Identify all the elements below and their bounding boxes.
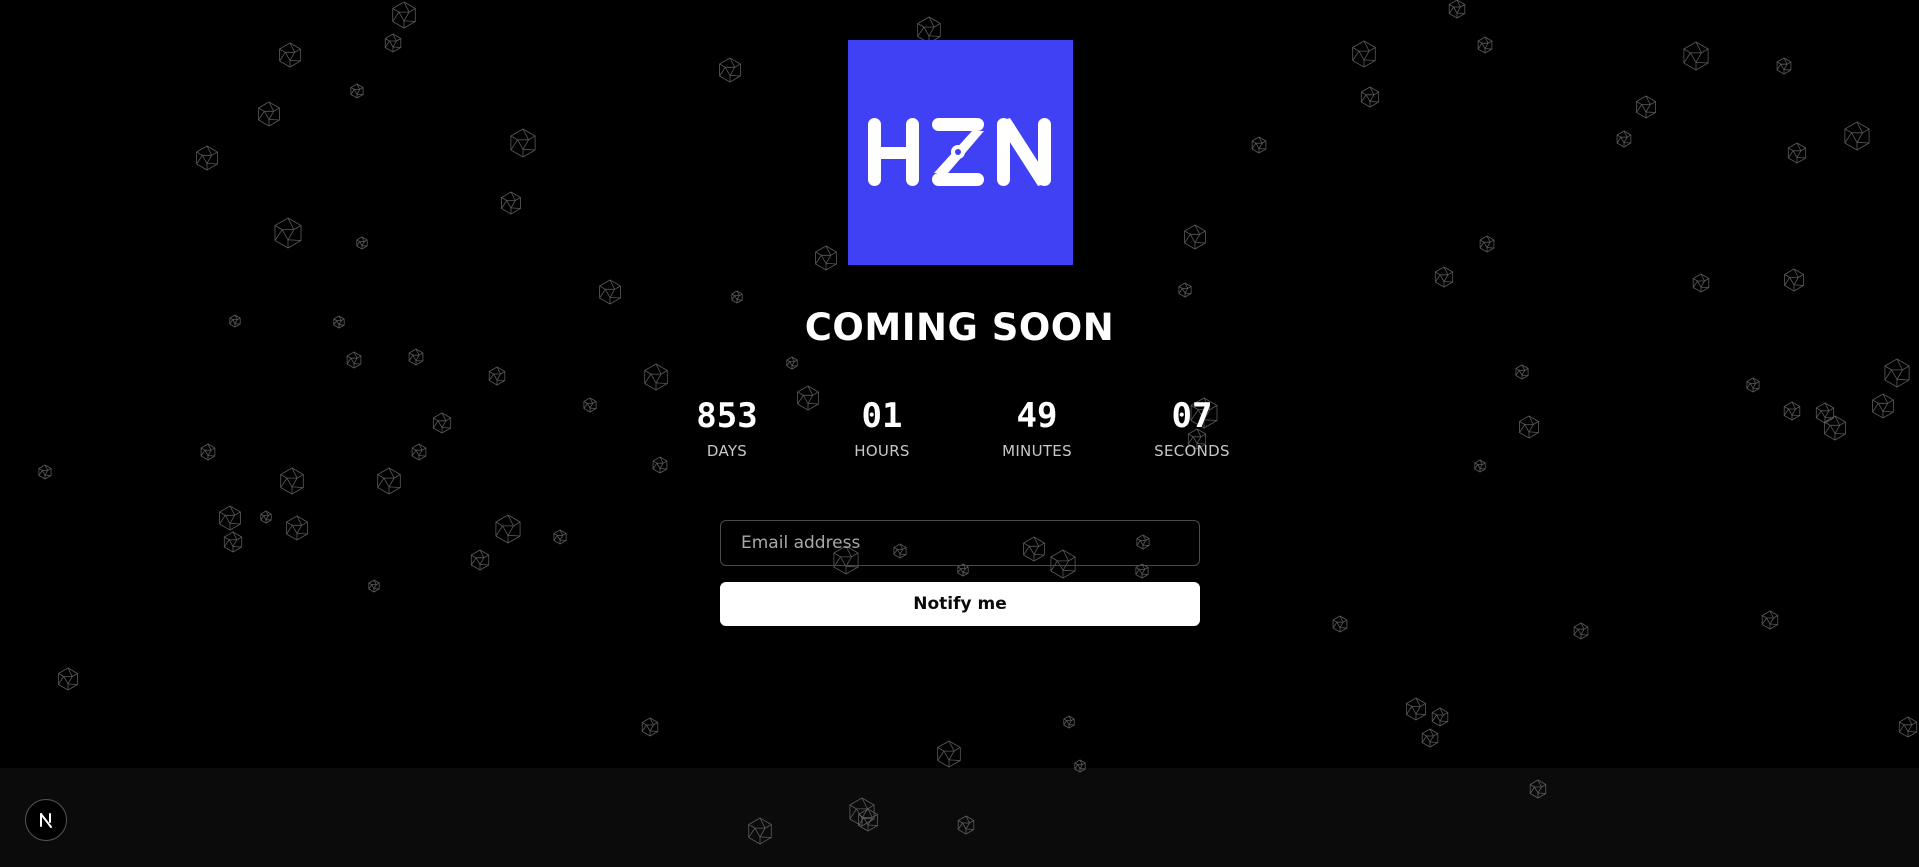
polyhedron-icon: [470, 549, 490, 571]
countdown-hours-label: HOURS: [854, 442, 910, 460]
polyhedron-icon: [1431, 707, 1449, 727]
polyhedron-icon: [1448, 0, 1466, 19]
polyhedron-icon: [38, 464, 52, 480]
countdown-hours: 01 HOURS: [805, 394, 960, 462]
polyhedron-icon: [1251, 136, 1267, 154]
polyhedron-icon: [219, 505, 241, 531]
polyhedron-icon: [1332, 615, 1348, 633]
polyhedron-icon: [260, 510, 272, 524]
polyhedron-icon: [279, 42, 301, 68]
countdown-hours-value: 01: [861, 396, 903, 436]
polyhedron-icon: [1776, 57, 1792, 75]
notify-me-button[interactable]: Notify me: [720, 582, 1200, 626]
polyhedron-icon: [58, 667, 78, 691]
polyhedron-icon: [1479, 235, 1495, 253]
polyhedron-icon: [719, 57, 741, 83]
polyhedron-icon: [368, 579, 380, 593]
polyhedron-icon: [731, 290, 743, 304]
polyhedron-icon: [937, 740, 961, 768]
polyhedron-icon: [377, 467, 401, 495]
polyhedron-icon: [1477, 36, 1493, 54]
polyhedron-icon: [1135, 563, 1149, 579]
polyhedron-icon: [510, 128, 536, 158]
polyhedron-icon: [1692, 273, 1710, 293]
polyhedron-icon: [1787, 142, 1807, 164]
polyhedron-icon: [1761, 610, 1779, 630]
polyhedron-icon: [1184, 224, 1206, 250]
polyhedron-icon: [488, 366, 506, 386]
nextjs-dev-indicator[interactable]: [25, 799, 67, 841]
polyhedron-icon: [1434, 266, 1454, 288]
polyhedron-icon: [1884, 358, 1910, 388]
polyhedron-icon: [599, 279, 621, 305]
countdown-days-value: 853: [696, 396, 758, 436]
countdown-seconds: 07 SECONDS: [1115, 394, 1270, 462]
polyhedron-icon: [384, 33, 402, 53]
polyhedron-icon: [786, 356, 798, 370]
polyhedron-icon: [1178, 282, 1192, 298]
polyhedron-icon: [1352, 40, 1376, 68]
polyhedron-icon: [1573, 622, 1589, 640]
brand-logo: [848, 40, 1073, 265]
countdown-days-label: DAYS: [706, 442, 748, 460]
polyhedron-icon: [196, 145, 218, 171]
polyhedron-icon: [392, 1, 416, 29]
page-title: COMING SOON: [804, 306, 1115, 349]
brand-logo-mark: [868, 118, 1051, 186]
countdown-minutes: 49 MINUTES: [960, 394, 1115, 462]
countdown-minutes-value: 49: [1016, 396, 1058, 436]
polyhedron-icon: [1784, 268, 1804, 292]
polyhedron-icon: [495, 514, 521, 544]
countdown-minutes-label: MINUTES: [1002, 442, 1072, 460]
polyhedron-icon: [1844, 121, 1870, 151]
polyhedron-icon: [553, 529, 567, 545]
polyhedron-icon: [286, 515, 308, 541]
polyhedron-icon: [1515, 364, 1529, 380]
nextjs-logo-icon: [40, 813, 52, 828]
polyhedron-icon: [1616, 130, 1632, 148]
polyhedron-icon: [280, 467, 304, 495]
polyhedron-icon: [274, 217, 302, 249]
countdown-timer: 853 DAYS 01 HOURS 49 MINUTES 07 SECONDS: [0, 394, 1919, 462]
polyhedron-icon: [1063, 715, 1075, 729]
countdown-days: 853 DAYS: [650, 394, 805, 462]
polyhedron-icon: [223, 531, 243, 553]
polyhedron-icon: [641, 717, 659, 737]
polyhedron-icon: [346, 351, 362, 369]
polyhedron-icon: [1898, 716, 1918, 738]
footer-strip: [0, 768, 1919, 867]
page: COMING SOON 853 DAYS 01 HOURS 49 MINUTES…: [0, 0, 1919, 867]
polyhedron-icon: [258, 101, 280, 127]
polyhedron-icon: [1636, 95, 1656, 119]
polyhedron-icon: [1683, 41, 1709, 71]
countdown-seconds-label: SECONDS: [1154, 442, 1230, 460]
polyhedron-icon: [501, 191, 521, 215]
polyhedron-icon: [356, 236, 368, 250]
email-field[interactable]: [720, 520, 1200, 566]
polyhedron-icon: [1746, 377, 1760, 393]
polyhedron-icon: [350, 83, 364, 99]
polyhedron-icon: [1360, 86, 1380, 108]
polyhedron-icon: [644, 363, 668, 391]
polyhedron-icon: [815, 245, 837, 271]
polyhedron-icon: [1421, 728, 1439, 748]
countdown-seconds-value: 07: [1171, 396, 1213, 436]
polyhedron-icon: [1406, 697, 1426, 721]
